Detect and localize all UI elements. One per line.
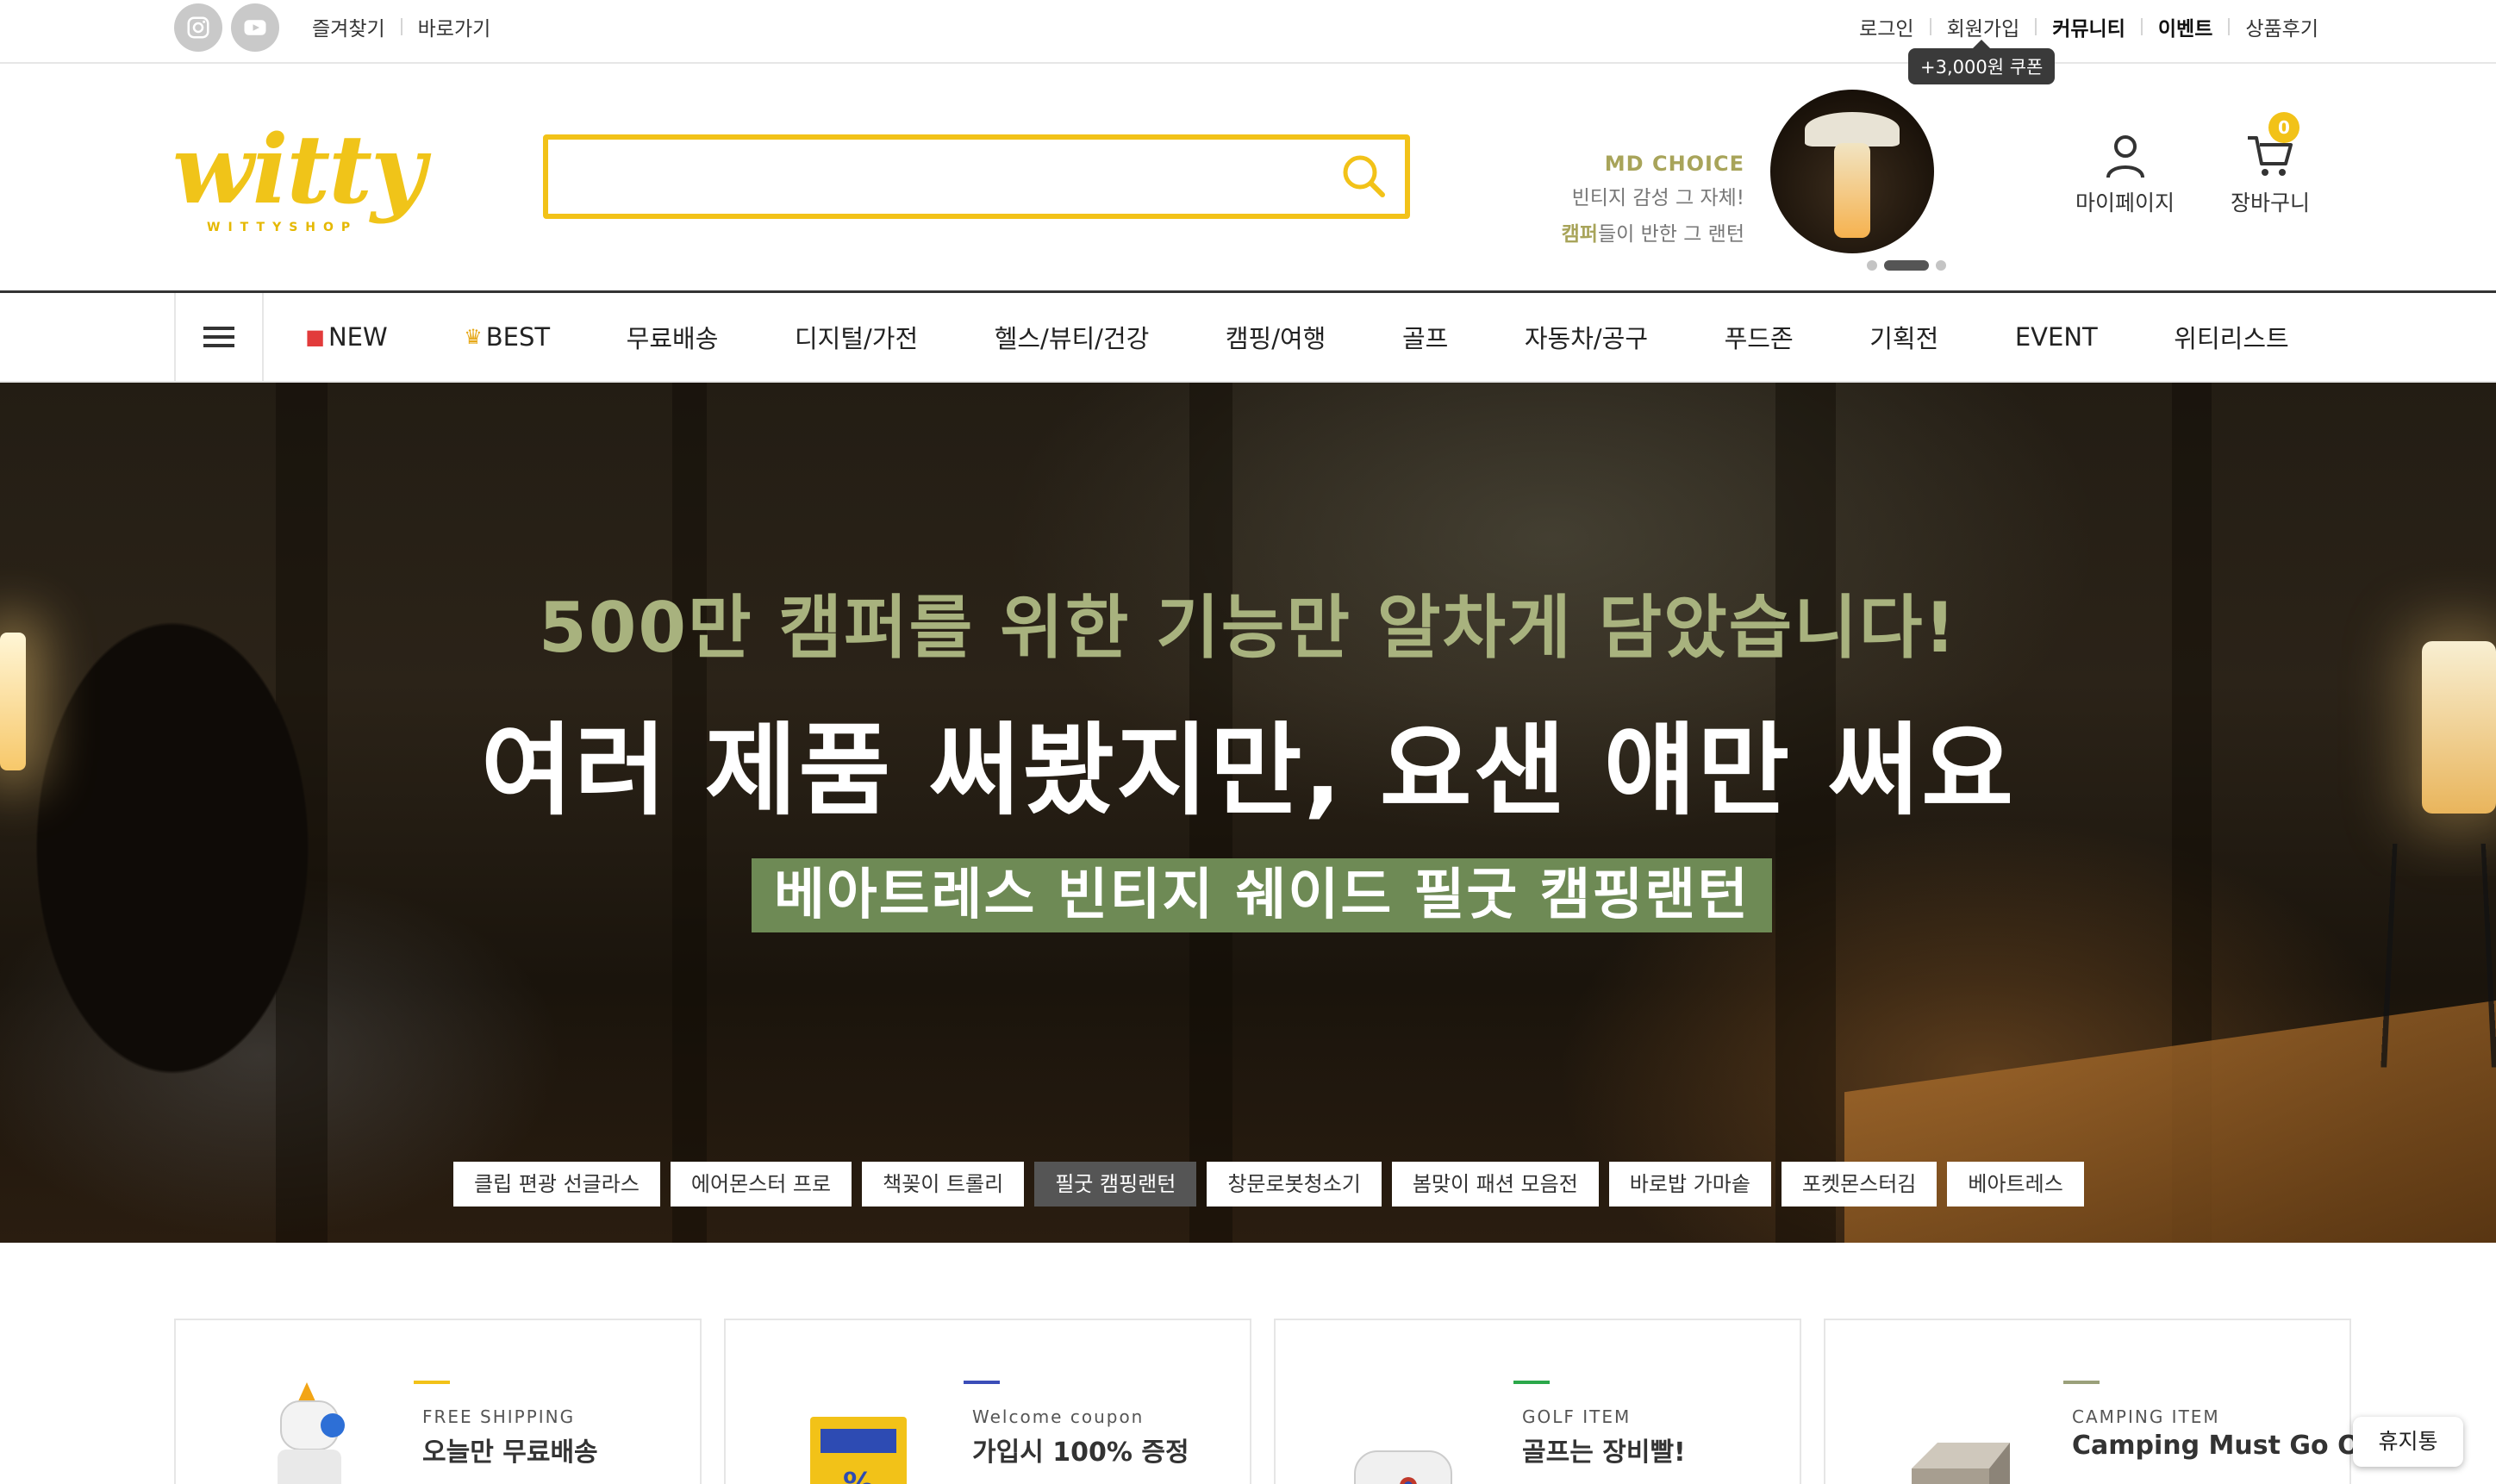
trash-button[interactable]: 휴지통 [2353,1417,2463,1467]
card-label: Welcome coupon [972,1406,1145,1427]
search-icon[interactable] [1339,152,1388,200]
banner-chip[interactable]: 창문로봇청소기 [1207,1162,1382,1207]
logo-text: witty [172,114,426,225]
hamburger-menu-icon[interactable] [174,293,264,381]
cart-label: 장바구니 [2231,190,2311,215]
search-input[interactable] [548,140,1324,212]
nav-item-health-beauty[interactable]: 헬스/뷰티/건강 [995,319,1150,355]
carousel-dot[interactable] [1867,260,1877,271]
carousel-dots [1867,260,1946,271]
card-accent-line [964,1381,1000,1384]
card-label: FREE SHIPPING [422,1406,576,1427]
promo-card-golf[interactable]: GOLF ITEM 골프는 장비빨! [1274,1319,1801,1484]
top-right-links: 로그인 회원가입 커뮤니티 이벤트 상품후기 [1859,12,2318,41]
md-choice-line2-rest: 들이 반한 그 랜턴 [1597,223,1744,246]
grill-icon [1903,1382,2015,1484]
search-box [543,134,1410,219]
nav-item-food[interactable]: 푸드존 [1725,319,1794,355]
card-label: CAMPING ITEM [2072,1406,2220,1427]
banner-chip[interactable]: 베아트레스 [1947,1162,2084,1207]
md-choice-product-image[interactable] [1770,90,1934,253]
carousel-dot[interactable] [1936,260,1946,271]
banner-chip[interactable]: 바로밥 가마솥 [1608,1162,1771,1207]
hero-product-tag: 베아트레스 빈티지 쉐이드 필굿 캠핑랜턴 [752,858,1772,932]
nav-item-golf[interactable]: 골프 [1402,319,1448,355]
card-heading: 오늘만 무료배송 [422,1437,598,1468]
nav-item-wittylist[interactable]: 위티리스트 [2174,319,2288,355]
lantern-body [1834,143,1870,238]
hero-banner[interactable]: 500만 캠퍼를 위한 기능만 알차게 담았습니다! 여러 제품 써봤지만, 요… [0,383,2496,1243]
nav-item-camping[interactable]: 캠핑/여행 [1226,319,1326,355]
gift-icon: ■ [305,325,325,349]
card-heading: 골프는 장비빨! [1522,1437,1686,1468]
nav-item-special[interactable]: 기획전 [1869,319,1938,355]
youtube-icon[interactable] [231,3,279,52]
divider [1929,18,1931,35]
shortcut-link[interactable]: 바로가기 [418,12,491,41]
promo-card-welcome-coupon[interactable]: % Welcome coupon 가입시 100% 증정 [724,1319,1251,1484]
nav-item-label: BEST [485,322,551,352]
banner-chip[interactable]: 봄맞이 패션 모음전 [1391,1162,1599,1207]
cart-button[interactable]: 0 장바구니 [2231,112,2311,217]
nav-item-new[interactable]: ■ NEW [305,322,387,352]
nav-item-best[interactable]: ♛ BEST [464,322,550,352]
top-left-links: 즐겨찾기 바로가기 [312,12,490,41]
card-label: GOLF ITEM [1522,1406,1632,1427]
banner-chip[interactable]: 포켓몬스터김 [1781,1162,1938,1207]
banner-chip[interactable]: 클립 편광 선글라스 [453,1162,660,1207]
nav-item-free-shipping[interactable]: 무료배송 [627,319,719,355]
category-menu: ■ NEW ♛ BEST 무료배송 디지털/가전 헬스/뷰티/건강 캠핑/여행 골프… [267,293,2327,381]
mypage-button[interactable]: 마이페이지 [2075,133,2175,217]
divider [2140,18,2143,35]
top-bar: 즐겨찾기 바로가기 로그인 회원가입 커뮤니티 이벤트 상품후기 +3,000원… [0,0,2496,84]
divider [2228,18,2231,35]
community-link[interactable]: 커뮤니티 [2052,12,2125,41]
hero-subtitle: 500만 캠퍼를 위한 기능만 알차게 담았습니다! [539,588,1957,668]
promo-card-camping[interactable]: CAMPING ITEM Camping Must Go On [1824,1319,2378,1484]
card-heading: 가입시 100% 증정 [972,1437,1189,1468]
divider [400,18,402,35]
crown-icon: ♛ [464,325,483,349]
banner-chip[interactable]: 에어몬스터 프로 [670,1162,852,1207]
signup-link[interactable]: 회원가입 [1947,12,2020,41]
mypage-label: 마이페이지 [2075,190,2175,215]
lantern-shade [1805,112,1900,147]
md-choice-line2: 캠퍼들이 반한 그 랜턴 [1500,221,1744,248]
md-choice-highlight: 캠퍼 [1561,223,1598,246]
nav-item-digital[interactable]: 디지털/가전 [795,319,918,355]
cart-count-badge: 0 [2268,112,2299,143]
svg-text:%: % [843,1467,874,1484]
reviews-link[interactable]: 상품후기 [2245,12,2318,41]
hero-title: 여러 제품 써봤지만, 요샌 얘만 써요 [480,713,2016,829]
promo-cards: FREE SHIPPING 오늘만 무료배송 % Welcome coupon … [174,1319,2378,1484]
promo-card-free-shipping[interactable]: FREE SHIPPING 오늘만 무료배송 [174,1319,702,1484]
coupon-icon: % [803,1382,915,1484]
bookmark-link[interactable]: 즐겨찾기 [312,12,385,41]
card-accent-line [1513,1381,1550,1384]
login-link[interactable]: 로그인 [1859,12,1913,41]
banner-chip-list: 클립 편광 선글라스 에어몬스터 프로 책꽂이 트롤리 필굿 캠핑랜턴 창문로봇… [453,1162,2084,1207]
nav-item-car-tools[interactable]: 자동차/공구 [1525,319,1648,355]
divider [2035,18,2037,35]
header: witty WITTYSHOP MD CHOICE 빈티지 감성 그 자체! 캠… [0,64,2496,293]
card-accent-line [414,1381,450,1384]
nav-item-label: NEW [328,322,388,352]
instagram-icon[interactable] [174,3,222,52]
main-nav: ■ NEW ♛ BEST 무료배송 디지털/가전 헬스/뷰티/건강 캠핑/여행 골프… [0,293,2496,383]
lantern-tripod [2381,843,2496,1068]
banner-chip-active[interactable]: 필굿 캠핑랜턴 [1034,1162,1197,1207]
nav-item-event[interactable]: EVENT [2015,322,2098,352]
user-icon [2106,135,2144,178]
md-choice-title: MD CHOICE [1604,152,1744,176]
carousel-dot-active[interactable] [1884,260,1929,271]
card-heading: Camping Must Go On [2072,1431,2378,1461]
md-choice-line1: 빈티지 감성 그 자체! [1571,187,1744,209]
robot-icon [253,1382,365,1484]
event-link[interactable]: 이벤트 [2158,12,2212,41]
rangefinder-icon [1353,1382,1465,1484]
logo[interactable]: witty WITTYSHOP [172,114,440,235]
md-choice-promo[interactable]: MD CHOICE 빈티지 감성 그 자체! 캠퍼들이 반한 그 랜턴 [1500,152,1744,248]
card-accent-line [2063,1381,2100,1384]
banner-chip[interactable]: 책꽂이 트롤리 [862,1162,1025,1207]
